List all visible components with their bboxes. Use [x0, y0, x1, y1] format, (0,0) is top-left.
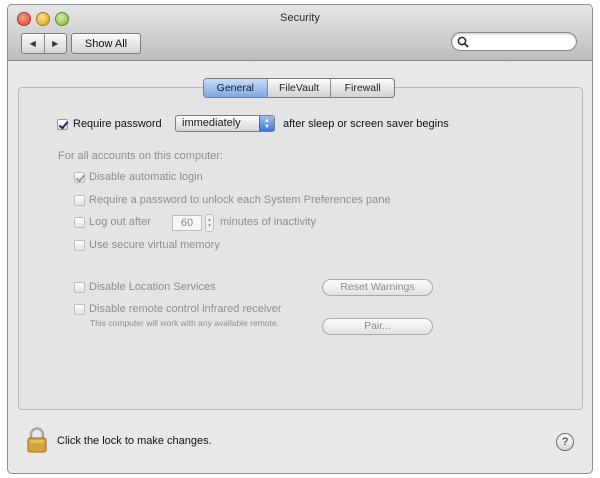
secure-vm-checkbox[interactable]	[74, 240, 85, 251]
require-password-checkbox[interactable]	[57, 119, 68, 130]
require-password-suffix: after sleep or screen saver begins	[283, 118, 449, 130]
search-field[interactable]	[451, 32, 577, 51]
tab-firewall[interactable]: Firewall	[330, 79, 394, 97]
tab-general[interactable]: General	[204, 79, 267, 97]
forward-arrow-icon: ▶	[52, 39, 59, 48]
stepper-down-icon: ▼	[207, 223, 212, 229]
pair-button[interactable]: Pair...	[322, 318, 433, 335]
popup-value: immediately	[182, 117, 241, 129]
help-icon: ?	[561, 436, 569, 448]
disable-ir-checkbox[interactable]	[74, 304, 85, 315]
disable-auto-login-label: Disable automatic login	[89, 171, 203, 183]
disable-auto-login-checkbox[interactable]	[74, 172, 85, 183]
window-title: Security	[280, 12, 320, 24]
security-window: Security ◀ ▶ Show All General FileVault …	[7, 4, 593, 474]
chevron-updown-icon: ▲ ▼	[259, 116, 274, 131]
require-password-label: Require password	[73, 118, 162, 130]
nav-back-forward: ◀ ▶	[21, 33, 67, 54]
tab-filevault[interactable]: FileVault	[266, 79, 331, 97]
disable-location-checkbox[interactable]	[74, 282, 85, 293]
log-out-after-suffix: minutes of inactivity	[220, 216, 316, 228]
secure-vm-label: Use secure virtual memory	[89, 239, 220, 251]
ir-note: This computer will work with any availab…	[90, 318, 279, 328]
show-all-button[interactable]: Show All	[71, 33, 141, 54]
require-pref-password-label: Require a password to unlock each System…	[89, 194, 391, 206]
tab-bar: General FileVault Firewall	[203, 78, 395, 98]
lock-icon[interactable]	[26, 427, 48, 453]
disable-location-label: Disable Location Services	[89, 281, 216, 293]
log-out-after-checkbox[interactable]	[74, 217, 85, 228]
help-button[interactable]: ?	[556, 433, 574, 451]
back-arrow-icon: ◀	[29, 39, 36, 48]
require-pref-password-checkbox[interactable]	[74, 195, 85, 206]
search-input[interactable]	[471, 34, 571, 49]
back-button[interactable]: ◀	[22, 34, 44, 53]
require-password-delay-popup[interactable]: immediately ▲ ▼	[175, 115, 275, 132]
log-out-after-label: Log out after	[89, 216, 151, 228]
search-icon	[457, 36, 469, 48]
log-out-minutes-field[interactable]: 60	[172, 215, 202, 231]
lock-message: Click the lock to make changes.	[57, 435, 212, 447]
reset-warnings-button[interactable]: Reset Warnings	[322, 279, 433, 296]
log-out-minutes-stepper[interactable]: ▲ ▼	[205, 214, 214, 232]
disable-ir-label: Disable remote control infrared receiver	[89, 303, 282, 315]
all-accounts-heading: For all accounts on this computer:	[58, 150, 224, 162]
toolbar: Security ◀ ▶ Show All	[8, 5, 592, 61]
forward-button[interactable]: ▶	[43, 34, 67, 53]
